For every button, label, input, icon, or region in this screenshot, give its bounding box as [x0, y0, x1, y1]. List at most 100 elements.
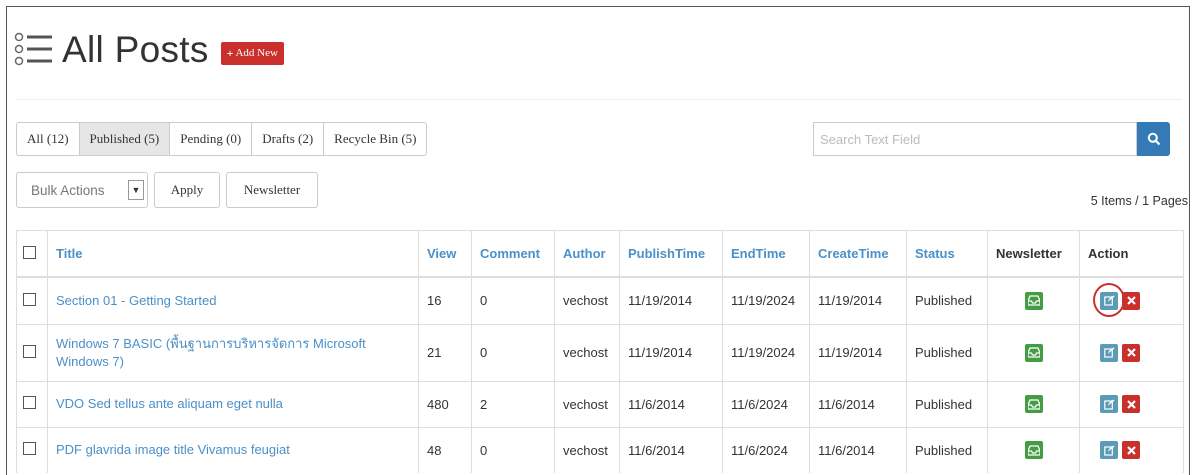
newsletter-send-button[interactable] [1024, 291, 1043, 310]
post-title-link[interactable]: Section 01 - Getting Started [47, 276, 419, 324]
cell-author: vechost [554, 426, 620, 473]
column-header-view[interactable]: View [418, 230, 472, 278]
filter-tab-drafts[interactable]: Drafts (2) [252, 123, 325, 155]
cell-createtime: 11/19/2014 [809, 276, 907, 324]
row-actions [1088, 441, 1175, 460]
row-select-cell [16, 276, 48, 324]
cell-newsletter [987, 426, 1080, 473]
cell-comment: 0 [471, 276, 555, 324]
column-header-comment[interactable]: Comment [471, 230, 555, 278]
cell-newsletter [987, 276, 1080, 324]
table-row: PDF glavrida image title Vivamus feugiat… [16, 426, 1184, 473]
edit-icon [1103, 347, 1114, 358]
highlight-circle [1093, 282, 1125, 317]
cell-publishtime: 11/6/2014 [619, 426, 723, 473]
cell-comment: 0 [471, 323, 555, 381]
edit-button[interactable] [1100, 343, 1118, 362]
search-button[interactable] [1137, 122, 1170, 156]
cell-comment: 2 [471, 380, 555, 427]
column-header-endtime[interactable]: EndTime [722, 230, 810, 278]
edit-icon [1103, 399, 1114, 410]
select-all-cell [16, 230, 48, 278]
cell-publishtime: 11/19/2014 [619, 323, 723, 381]
plus-icon: + [226, 45, 234, 60]
status-filter-tabs: All (12) Published (5) Pending (0) Draft… [16, 122, 428, 156]
table-row: Windows 7 BASIC (พื้นฐานการบริหารจัดการ … [16, 323, 1184, 381]
row-actions [1088, 343, 1175, 362]
cell-action [1079, 276, 1184, 324]
column-header-action: Action [1079, 230, 1184, 278]
newsletter-send-button[interactable] [1024, 441, 1043, 460]
bulk-actions-label: Bulk Actions [31, 182, 105, 198]
page-header: All Posts + Add New [14, 22, 284, 78]
close-icon [1126, 399, 1136, 409]
column-header-title[interactable]: Title [47, 230, 419, 278]
post-title-link[interactable]: VDO Sed tellus ante aliquam eget nulla [47, 380, 419, 427]
newsletter-send-button[interactable] [1024, 395, 1043, 413]
row-actions [1088, 395, 1175, 413]
cell-newsletter [987, 323, 1080, 381]
add-new-button[interactable]: + Add New [220, 41, 284, 65]
edit-button[interactable] [1100, 395, 1118, 413]
cell-endtime: 11/19/2024 [722, 323, 810, 381]
newsletter-button[interactable]: Newsletter [226, 172, 318, 208]
chevron-down-icon: ▼ [128, 180, 144, 200]
row-select-cell [16, 426, 48, 473]
cell-action [1079, 426, 1184, 473]
search-icon [1147, 132, 1160, 146]
row-checkbox[interactable] [23, 396, 36, 409]
inbox-icon [1027, 295, 1040, 306]
select-all-checkbox[interactable] [23, 245, 36, 259]
row-checkbox[interactable] [23, 344, 36, 358]
cell-endtime: 11/6/2024 [722, 426, 810, 473]
row-checkbox[interactable] [23, 292, 36, 306]
cell-status: Published [906, 323, 988, 381]
items-count: 5 Items / 1 Pages [1090, 194, 1188, 208]
column-header-publishtime[interactable]: PublishTime [619, 230, 723, 278]
bulk-actions-select[interactable]: Bulk Actions ▼ [16, 172, 148, 208]
cell-author: vechost [554, 276, 620, 324]
page-title: All Posts [62, 29, 209, 70]
search-input[interactable] [813, 122, 1137, 156]
close-icon [1126, 296, 1136, 306]
filter-tab-published[interactable]: Published (5) [79, 123, 171, 155]
delete-button[interactable] [1122, 343, 1140, 362]
cell-createtime: 11/19/2014 [809, 323, 907, 381]
delete-button[interactable] [1122, 441, 1140, 460]
row-select-cell [16, 380, 48, 427]
cell-action [1079, 380, 1184, 427]
edit-button[interactable] [1100, 441, 1118, 460]
filter-tab-recycle-bin[interactable]: Recycle Bin (5) [324, 123, 426, 155]
cell-view: 48 [418, 426, 472, 473]
cell-status: Published [906, 426, 988, 473]
table-row: Section 01 - Getting Started 16 0 vechos… [16, 276, 1184, 324]
divider [16, 99, 1182, 100]
row-select-cell [16, 323, 48, 381]
post-title-link[interactable]: Windows 7 BASIC (พื้นฐานการบริหารจัดการ … [47, 323, 419, 381]
column-header-newsletter: Newsletter [987, 230, 1080, 278]
inbox-icon [1027, 347, 1040, 358]
close-icon [1126, 348, 1136, 357]
cell-createtime: 11/6/2014 [809, 426, 907, 473]
list-icon [14, 32, 52, 66]
filter-tab-all[interactable]: All (12) [17, 123, 80, 155]
apply-button[interactable]: Apply [154, 172, 220, 208]
table-header-row: Title View Comment Author PublishTime En… [16, 230, 1184, 278]
post-title-link[interactable]: PDF glavrida image title Vivamus feugiat [47, 426, 419, 473]
cell-publishtime: 11/6/2014 [619, 380, 723, 427]
newsletter-send-button[interactable] [1024, 343, 1043, 362]
column-header-author[interactable]: Author [554, 230, 620, 278]
delete-button[interactable] [1122, 395, 1140, 413]
cell-author: vechost [554, 380, 620, 427]
cell-endtime: 11/6/2024 [722, 380, 810, 427]
cell-createtime: 11/6/2014 [809, 380, 907, 427]
filter-tab-pending[interactable]: Pending (0) [170, 123, 253, 155]
column-header-createtime[interactable]: CreateTime [809, 230, 907, 278]
cell-publishtime: 11/19/2014 [619, 276, 723, 324]
inbox-icon [1027, 445, 1040, 456]
column-header-status[interactable]: Status [906, 230, 988, 278]
edit-icon [1103, 445, 1114, 456]
row-checkbox[interactable] [23, 442, 36, 456]
cell-comment: 0 [471, 426, 555, 473]
cell-author: vechost [554, 323, 620, 381]
